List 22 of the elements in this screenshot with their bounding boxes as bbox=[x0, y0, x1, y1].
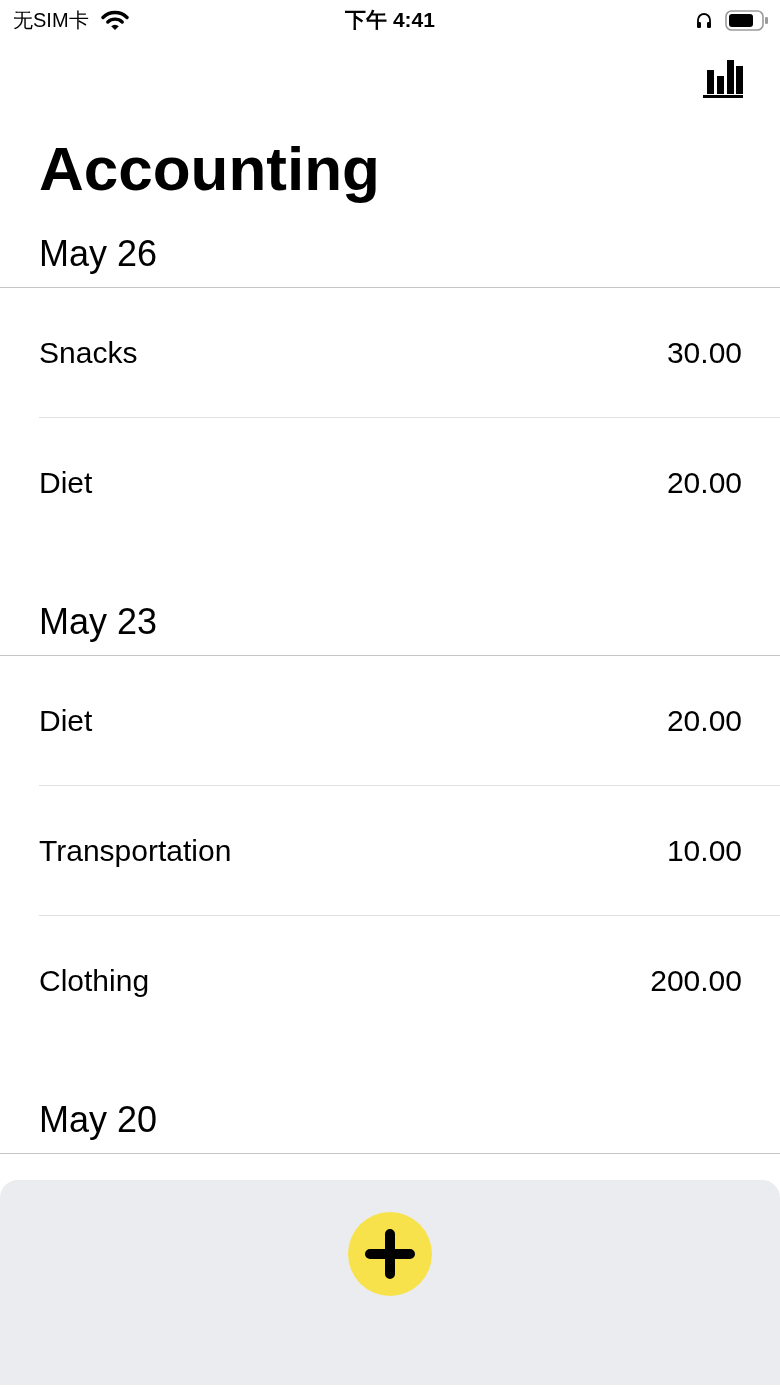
battery-icon bbox=[725, 9, 768, 31]
section-date: May 20 bbox=[39, 1098, 158, 1141]
amount-label: 20.00 bbox=[666, 465, 742, 501]
section-date: May 26 bbox=[39, 232, 158, 275]
amount-label: 20.00 bbox=[666, 702, 742, 739]
amount-label: 10.00 bbox=[666, 832, 742, 869]
category-label: Diet bbox=[39, 702, 93, 739]
amount-label: 200.00 bbox=[650, 963, 742, 999]
page-title: Accounting bbox=[39, 133, 380, 204]
category-label: Diet bbox=[39, 465, 93, 501]
wifi-icon bbox=[100, 10, 129, 30]
amount-label: 30.00 bbox=[666, 334, 742, 371]
status-time: 下午 4:41 bbox=[345, 8, 435, 32]
category-label: Snacks bbox=[39, 334, 138, 371]
bar-chart-icon bbox=[703, 60, 743, 98]
carrier-label: 无SIM卡 bbox=[13, 8, 89, 32]
category-label: Transportation bbox=[39, 832, 232, 869]
headphones-icon bbox=[696, 12, 712, 28]
plus-icon bbox=[365, 1229, 415, 1279]
section-date: May 23 bbox=[39, 600, 158, 643]
chart-button[interactable] bbox=[703, 60, 743, 98]
category-label: Clothing bbox=[39, 963, 150, 999]
